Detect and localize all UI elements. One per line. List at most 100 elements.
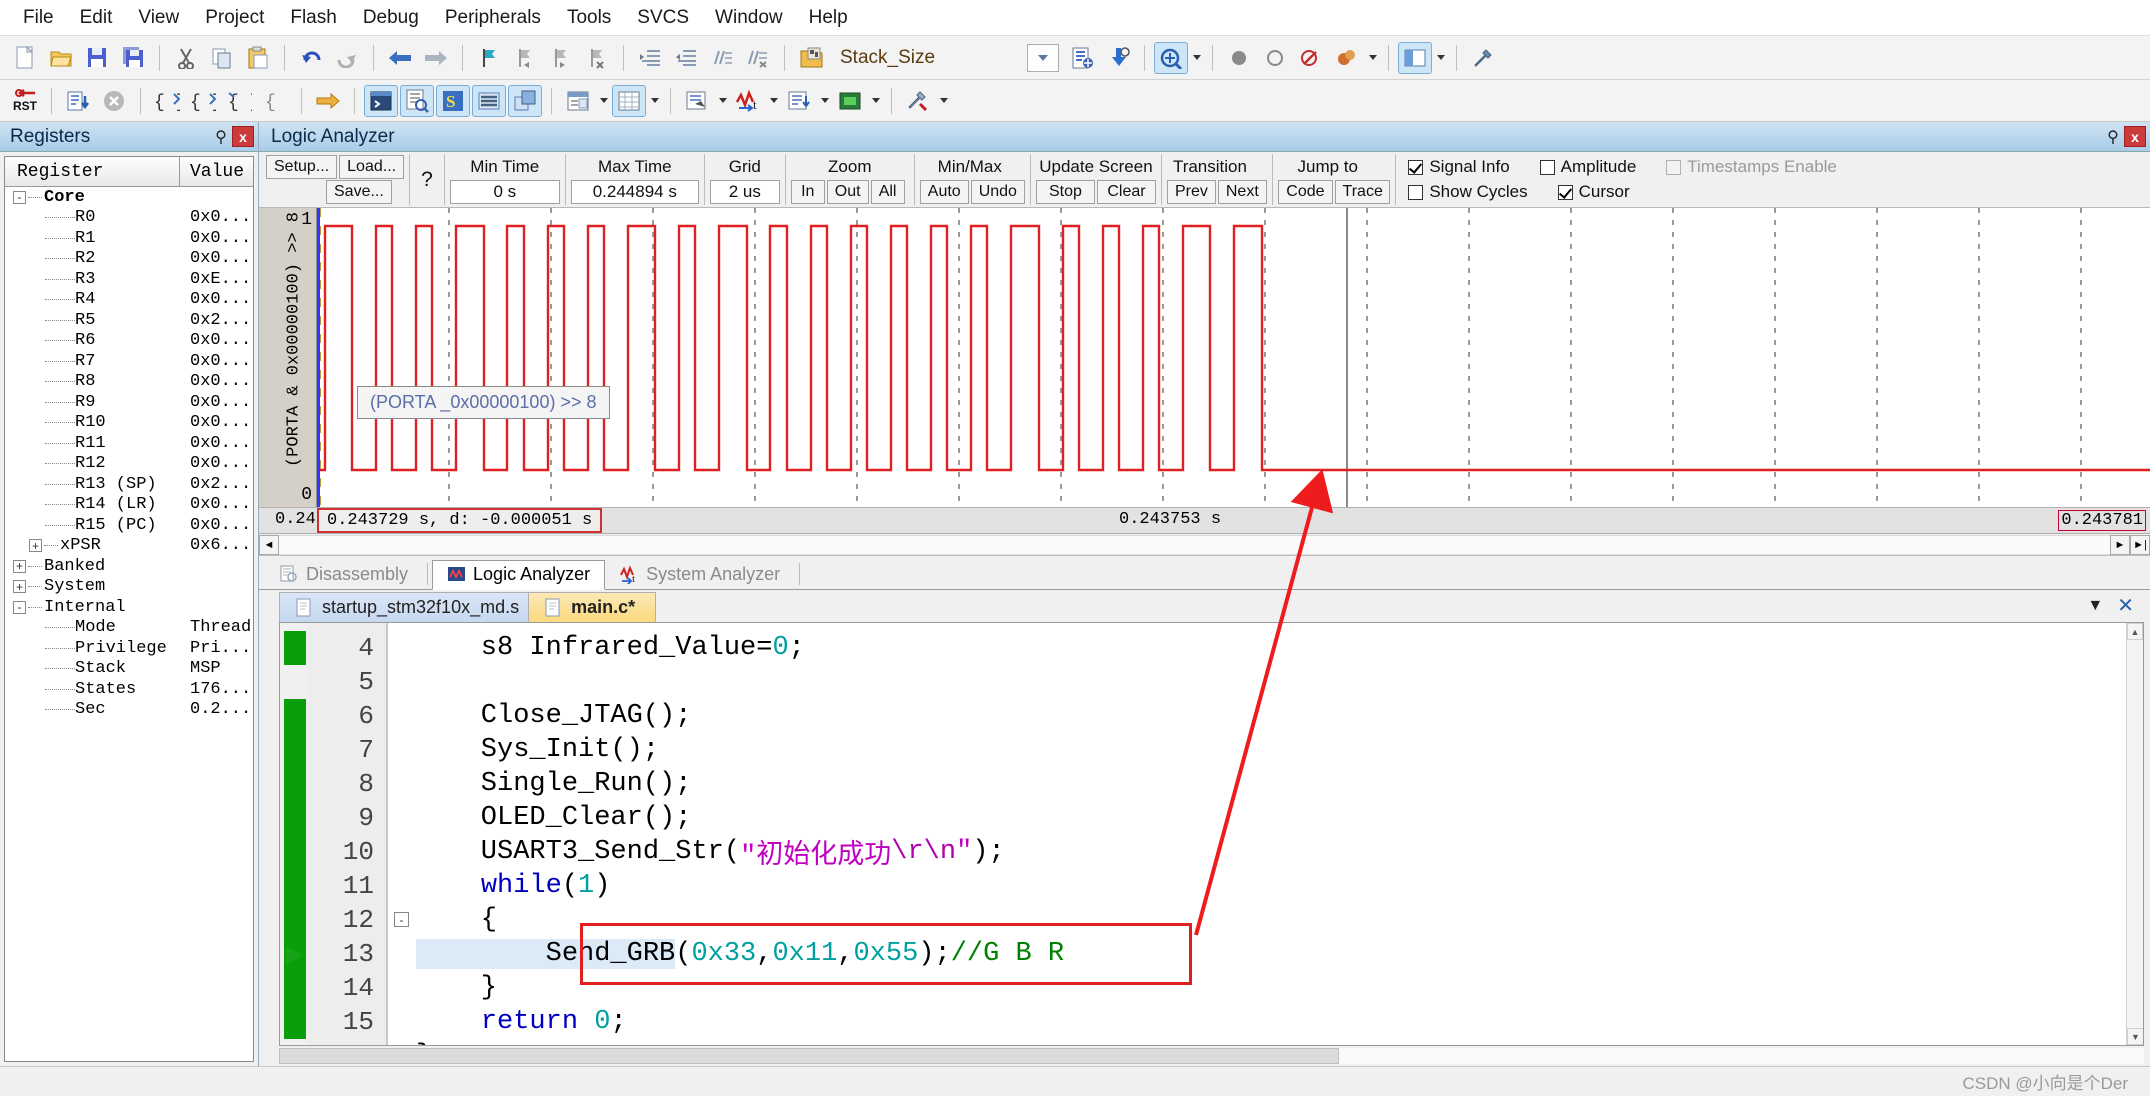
zoom-out-button[interactable]: Out xyxy=(826,180,869,204)
code-line[interactable]: Send_GRB(0x33, 0x11, 0x55);//G B R xyxy=(416,937,1064,971)
menu-item-peripherals[interactable]: Peripherals xyxy=(432,4,554,32)
stop-icon[interactable] xyxy=(97,85,131,117)
target-options-icon[interactable] xyxy=(1065,42,1099,74)
menu-item-view[interactable]: View xyxy=(125,4,192,32)
scroll-track[interactable] xyxy=(279,534,2110,555)
editor-vscrollbar[interactable]: ▲ ▼ xyxy=(2126,623,2143,1045)
kill-all-breakpoints-icon[interactable] xyxy=(1294,42,1328,74)
paste-icon[interactable] xyxy=(241,42,275,74)
navigate-forward-icon[interactable] xyxy=(419,42,453,74)
tree-toggle-icon[interactable]: - xyxy=(13,190,26,204)
menu-item-window[interactable]: Window xyxy=(702,4,796,32)
code-line[interactable]: USART3_Send_Str("初始化成功 \r\n "); xyxy=(416,835,1005,872)
code-line[interactable]: { xyxy=(416,903,497,937)
max-time-value[interactable]: 0.244894 s xyxy=(570,180,699,204)
tab-close-icon[interactable]: ✕ xyxy=(2117,593,2134,618)
file-tab-main[interactable]: main.c* xyxy=(528,592,657,622)
bookmark-clear-icon[interactable] xyxy=(580,42,614,74)
executable-line-marker[interactable] xyxy=(284,767,306,801)
code-line[interactable]: } xyxy=(416,1039,432,1045)
executable-line-marker[interactable] xyxy=(284,903,306,937)
checkbox-amplitude[interactable]: Amplitude xyxy=(1539,155,1636,180)
register-row[interactable]: R12 0x0... xyxy=(5,454,253,475)
code-line[interactable]: Single_Run(); xyxy=(416,767,692,801)
menu-item-debug[interactable]: Debug xyxy=(350,4,432,32)
register-row[interactable]: + System xyxy=(5,577,253,598)
uncomment-icon[interactable] xyxy=(741,42,775,74)
transition-next-button[interactable]: Next xyxy=(1217,180,1267,204)
cursor-line[interactable] xyxy=(317,208,320,507)
tree-toggle-icon[interactable]: - xyxy=(13,600,26,614)
executable-line-marker[interactable] xyxy=(284,631,306,665)
load-button[interactable]: Load... xyxy=(339,155,405,179)
scroll-right-button[interactable]: ► xyxy=(2110,534,2130,555)
memory-dropdown-caret-icon[interactable] xyxy=(648,86,661,116)
register-row[interactable]: R7 0x0... xyxy=(5,351,253,372)
menu-item-svcs[interactable]: SVCS xyxy=(624,4,702,32)
register-row[interactable]: Mode Thread xyxy=(5,618,253,639)
editor-code-area[interactable]: s8 Infrared_Value= 0; Close_JTAG(); Sys_I… xyxy=(388,623,2143,1045)
register-row[interactable]: R13 (SP) 0x2... xyxy=(5,474,253,495)
cut-icon[interactable] xyxy=(169,42,203,74)
code-line[interactable]: Close_JTAG(); xyxy=(416,699,692,733)
editor-scroll-up-button[interactable]: ▲ xyxy=(2127,623,2143,640)
indent-icon[interactable] xyxy=(633,42,667,74)
breakpoint-dropdown-caret-icon[interactable] xyxy=(1366,43,1379,73)
register-row[interactable]: R8 0x0... xyxy=(5,372,253,393)
code-line[interactable]: while(1) xyxy=(416,869,611,903)
tree-toggle-icon[interactable]: + xyxy=(29,539,42,553)
waveform-hscrollbar[interactable]: ◄ ► ►| xyxy=(259,534,2150,556)
menu-item-project[interactable]: Project xyxy=(192,4,277,32)
tab-list-dropdown-icon[interactable]: ▼ xyxy=(2087,597,2103,615)
minmax-undo-button[interactable]: Undo xyxy=(970,180,1025,204)
comment-icon[interactable] xyxy=(705,42,739,74)
trace-dropdown-caret-icon[interactable] xyxy=(818,86,831,116)
register-row[interactable]: Stack MSP xyxy=(5,659,253,680)
scroll-end-button[interactable]: ►| xyxy=(2130,534,2150,555)
file-tab-startup[interactable]: startup_stm32f10x_md.s xyxy=(279,592,541,622)
zoom-all-button[interactable]: All xyxy=(870,180,905,204)
bookmark-prev-icon[interactable] xyxy=(508,42,542,74)
watch-dropdown-caret-icon[interactable] xyxy=(597,86,610,116)
setup-button[interactable]: Setup... xyxy=(266,155,338,179)
menu-item-help[interactable]: Help xyxy=(796,4,861,32)
register-row[interactable]: R3 0xE... xyxy=(5,269,253,290)
run-icon[interactable] xyxy=(61,85,95,117)
register-row[interactable]: - Core xyxy=(5,187,253,208)
toolbox-dropdown-caret-icon[interactable] xyxy=(937,86,950,116)
call-stack-window-icon[interactable] xyxy=(508,84,542,117)
watch-window-icon[interactable] xyxy=(561,85,595,117)
serial-window-icon[interactable] xyxy=(680,85,714,117)
serial-dropdown-caret-icon[interactable] xyxy=(716,86,729,116)
register-row[interactable]: R9 0x0... xyxy=(5,392,253,413)
jumpto-code-button[interactable]: Code xyxy=(1277,180,1334,204)
bookmark-next-icon[interactable] xyxy=(544,42,578,74)
disable-breakpoint-icon[interactable] xyxy=(1258,42,1292,74)
register-row[interactable]: R15 (PC) 0x0... xyxy=(5,515,253,536)
menu-item-edit[interactable]: Edit xyxy=(67,4,126,32)
memory-window-icon[interactable] xyxy=(612,84,646,117)
toolbox-icon[interactable] xyxy=(901,85,935,117)
open-folder-icon[interactable] xyxy=(44,42,78,74)
la-close-icon[interactable]: x xyxy=(2124,126,2146,147)
register-row[interactable]: R2 0x0... xyxy=(5,249,253,270)
tab-logic-analyzer[interactable]: Logic Analyzer xyxy=(432,560,606,590)
code-line[interactable]: OLED_Clear(); xyxy=(416,801,692,835)
scroll-left-button[interactable]: ◄ xyxy=(259,534,279,555)
min-time-value[interactable]: 0 s xyxy=(449,180,560,204)
code-editor[interactable]: ▶ 45678910111213141516 s8 Infrared_Value… xyxy=(279,622,2144,1046)
transition-prev-button[interactable]: Prev xyxy=(1166,180,1216,204)
undo-icon[interactable] xyxy=(294,42,328,74)
insert-breakpoint-icon[interactable] xyxy=(1222,42,1256,74)
executable-line-marker[interactable] xyxy=(284,801,306,835)
registers-window-icon[interactable] xyxy=(472,84,506,117)
code-line[interactable]: s8 Infrared_Value= 0; xyxy=(416,631,805,665)
trace-window-icon[interactable] xyxy=(782,85,816,117)
editor-hscroll-thumb[interactable] xyxy=(279,1048,1339,1064)
outdent-icon[interactable] xyxy=(669,42,703,74)
register-row[interactable]: - Internal xyxy=(5,597,253,618)
help-button[interactable]: ? xyxy=(415,168,439,192)
la-pin-icon[interactable]: ⚲ xyxy=(2102,126,2124,148)
waveform-plot[interactable]: (PORTA _0x00000100) >> 8 xyxy=(317,208,2150,507)
executable-line-marker[interactable] xyxy=(284,1005,306,1039)
